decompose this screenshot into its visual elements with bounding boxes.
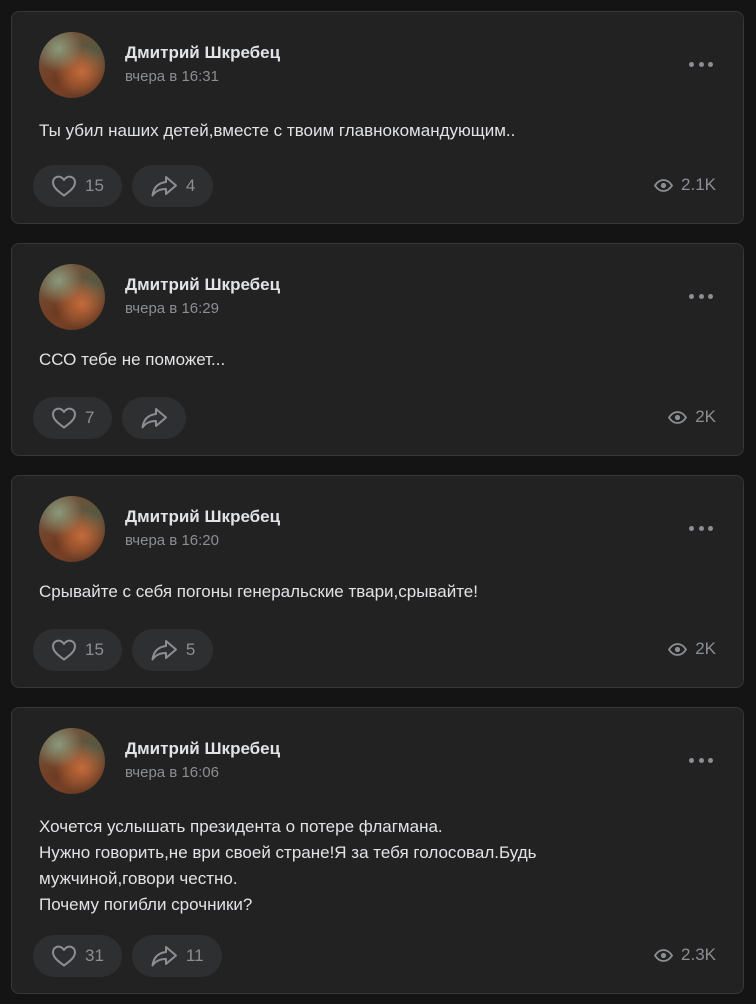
post-actions: 7: [33, 397, 187, 439]
avatar[interactable]: [39, 728, 105, 794]
post-actions: 15 5: [33, 629, 214, 671]
more-dots-icon[interactable]: [689, 522, 713, 534]
eye-icon: [668, 410, 688, 424]
avatar[interactable]: [39, 496, 105, 562]
share-count: 4: [185, 176, 196, 195]
post-text-line: Срывайте с себя погоны генеральские твар…: [39, 582, 478, 601]
post-text-line: мужчиной,говори честно.: [39, 869, 238, 888]
like-button[interactable]: 31: [33, 935, 122, 977]
like-count: 15: [85, 640, 104, 659]
post-text: Срывайте с себя погоны генеральские твар…: [39, 579, 699, 605]
views-count: 2K: [695, 407, 716, 426]
post-text: Хочется услышать президента о потере фла…: [39, 814, 699, 918]
like-button[interactable]: 15: [33, 629, 122, 671]
post-text: Ты убил наших детей,вместе с твоим главн…: [39, 118, 699, 144]
more-dots-icon[interactable]: [689, 58, 713, 70]
like-button[interactable]: 7: [33, 397, 113, 439]
share-count: 5: [185, 640, 196, 659]
share-button[interactable]: [122, 397, 187, 439]
post-card: Дмитрий Шкребец вчера в 16:29 ССО тебе н…: [11, 243, 744, 456]
more-dots-icon[interactable]: [689, 290, 713, 302]
views-count: 2.1K: [681, 175, 716, 194]
post-text: ССО тебе не поможет...: [39, 347, 699, 373]
like-button[interactable]: 15: [33, 165, 122, 207]
share-count: 11: [185, 946, 204, 965]
eye-icon: [668, 642, 688, 656]
eye-icon: [654, 178, 674, 192]
views-counter: 2K: [668, 639, 716, 659]
post-timestamp[interactable]: вчера в 16:20: [125, 532, 219, 549]
post-text-line: Ты убил наших детей,вместе с твоим главн…: [39, 121, 516, 140]
share-arrow-icon: [151, 640, 177, 661]
like-count: 15: [85, 176, 104, 195]
post-author-name[interactable]: Дмитрий Шкребец: [125, 507, 280, 527]
heart-icon: [52, 175, 76, 197]
post-card: Дмитрий Шкребец вчера в 16:31 Ты убил на…: [11, 11, 744, 224]
share-button[interactable]: 5: [131, 629, 214, 671]
post-text-line: Нужно говорить,не ври своей стране!Я за …: [39, 843, 537, 862]
post-text-line: ССО тебе не поможет...: [39, 350, 226, 369]
views-counter: 2.3K: [654, 945, 716, 965]
views-counter: 2.1K: [654, 175, 716, 195]
heart-icon: [52, 945, 76, 967]
post-timestamp[interactable]: вчера в 16:29: [125, 300, 219, 317]
share-arrow-icon: [151, 946, 177, 967]
like-count: 7: [85, 408, 95, 427]
avatar[interactable]: [39, 264, 105, 330]
avatar[interactable]: [39, 32, 105, 98]
heart-icon: [52, 639, 76, 661]
post-text-line: Почему погибли срочники?: [39, 895, 253, 914]
share-arrow-icon: [151, 176, 177, 197]
post-card: Дмитрий Шкребец вчера в 16:20 Срывайте с…: [11, 475, 744, 688]
post-author-name[interactable]: Дмитрий Шкребец: [125, 275, 280, 295]
post-card: Дмитрий Шкребец вчера в 16:06 Хочется ус…: [11, 707, 744, 994]
like-count: 31: [85, 946, 104, 965]
eye-icon: [654, 948, 674, 962]
share-button[interactable]: 11: [131, 935, 222, 977]
views-count: 2K: [695, 639, 716, 658]
wall-feed: Дмитрий Шкребец вчера в 16:31 Ты убил на…: [0, 0, 756, 1004]
post-timestamp[interactable]: вчера в 16:31: [125, 68, 219, 85]
views-counter: 2K: [668, 407, 716, 427]
post-timestamp[interactable]: вчера в 16:06: [125, 764, 219, 781]
post-author-name[interactable]: Дмитрий Шкребец: [125, 739, 280, 759]
post-actions: 15 4: [33, 165, 214, 207]
share-arrow-icon: [141, 408, 168, 429]
post-text-line: Хочется услышать президента о потере фла…: [39, 817, 443, 836]
share-button[interactable]: 4: [131, 165, 214, 207]
more-dots-icon[interactable]: [689, 754, 713, 766]
heart-icon: [52, 407, 76, 429]
post-author-name[interactable]: Дмитрий Шкребец: [125, 43, 280, 63]
views-count: 2.3K: [681, 945, 716, 964]
post-actions: 31 11: [33, 935, 222, 977]
